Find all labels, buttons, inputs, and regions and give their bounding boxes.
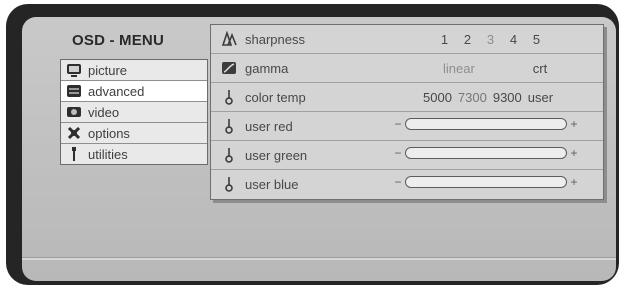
- side-item-picture[interactable]: picture: [61, 60, 207, 81]
- user-green-decrease[interactable]: −: [393, 146, 403, 160]
- color-temp-option-9300[interactable]: 9300: [493, 90, 522, 105]
- user-blue-label: user blue: [245, 176, 299, 192]
- user-blue-slider[interactable]: − +: [393, 175, 579, 189]
- camera-icon: [64, 102, 84, 122]
- user-blue-row[interactable]: user blue − +: [211, 170, 603, 198]
- red-adjust-icon: [219, 116, 239, 136]
- user-green-track[interactable]: [405, 147, 567, 159]
- side-item-options[interactable]: options: [61, 123, 207, 144]
- side-menu: picture advanced video options utilities: [60, 59, 208, 165]
- sharpness-option-1[interactable]: 1: [433, 32, 456, 47]
- monitor-icon: [64, 60, 84, 80]
- advanced-icon: [64, 81, 84, 101]
- user-red-slider[interactable]: − +: [393, 117, 579, 131]
- sharpness-option-3[interactable]: 3: [479, 32, 502, 47]
- gamma-label: gamma: [245, 60, 289, 76]
- side-item-label: options: [88, 125, 130, 141]
- user-red-decrease[interactable]: −: [393, 117, 403, 131]
- color-temp-row[interactable]: color temp 5000 7300 9300 user: [211, 83, 603, 112]
- side-item-advanced[interactable]: advanced: [61, 81, 207, 102]
- sharpness-label: sharpness: [245, 31, 305, 47]
- side-item-label: utilities: [88, 146, 128, 162]
- color-temp-option-7300[interactable]: 7300: [458, 90, 487, 105]
- options-icon: [64, 123, 84, 143]
- gamma-icon: [219, 58, 239, 78]
- user-green-slider[interactable]: − +: [393, 146, 579, 160]
- side-item-label: video: [88, 104, 120, 120]
- side-item-label: advanced: [88, 83, 145, 99]
- gamma-option-linear[interactable]: linear: [443, 61, 475, 76]
- sharpness-row[interactable]: sharpness 1 2 3 4 5: [211, 25, 603, 54]
- user-red-track[interactable]: [405, 118, 567, 130]
- osd-title: OSD - MENU: [72, 32, 164, 49]
- gamma-values: linear crt: [395, 61, 547, 76]
- color-temp-option-user[interactable]: user: [528, 90, 553, 105]
- user-red-increase[interactable]: +: [569, 117, 579, 131]
- color-temp-values: 5000 7300 9300 user: [423, 90, 559, 105]
- sharpness-option-2[interactable]: 2: [456, 32, 479, 47]
- user-green-row[interactable]: user green − +: [211, 141, 603, 170]
- color-temp-option-5000[interactable]: 5000: [423, 90, 452, 105]
- settings-panel: sharpness 1 2 3 4 5 gamma linear crt col…: [210, 24, 604, 200]
- color-temp-label: color temp: [245, 89, 306, 105]
- color-temp-icon: [219, 87, 239, 107]
- monitor-bezel: OSD - MENU picture advanced video option…: [6, 4, 619, 285]
- sharpness-values: 1 2 3 4 5: [433, 32, 548, 47]
- gamma-row[interactable]: gamma linear crt: [211, 54, 603, 83]
- side-item-label: picture: [88, 62, 128, 78]
- osd-screen: OSD - MENU picture advanced video option…: [22, 17, 616, 281]
- gamma-option-crt[interactable]: crt: [533, 61, 547, 76]
- wrench-icon: [64, 144, 84, 164]
- side-item-utilities[interactable]: utilities: [61, 144, 207, 164]
- sharpness-option-5[interactable]: 5: [525, 32, 548, 47]
- user-red-row[interactable]: user red − +: [211, 112, 603, 141]
- blue-adjust-icon: [219, 174, 239, 194]
- user-blue-decrease[interactable]: −: [393, 175, 403, 189]
- user-green-label: user green: [245, 147, 308, 163]
- sharpness-option-4[interactable]: 4: [502, 32, 525, 47]
- side-item-video[interactable]: video: [61, 102, 207, 123]
- green-adjust-icon: [219, 145, 239, 165]
- user-blue-track[interactable]: [405, 176, 567, 188]
- user-red-label: user red: [245, 118, 293, 134]
- sharpness-icon: [219, 29, 239, 49]
- user-green-increase[interactable]: +: [569, 146, 579, 160]
- user-blue-increase[interactable]: +: [569, 175, 579, 189]
- status-divider: [22, 257, 616, 260]
